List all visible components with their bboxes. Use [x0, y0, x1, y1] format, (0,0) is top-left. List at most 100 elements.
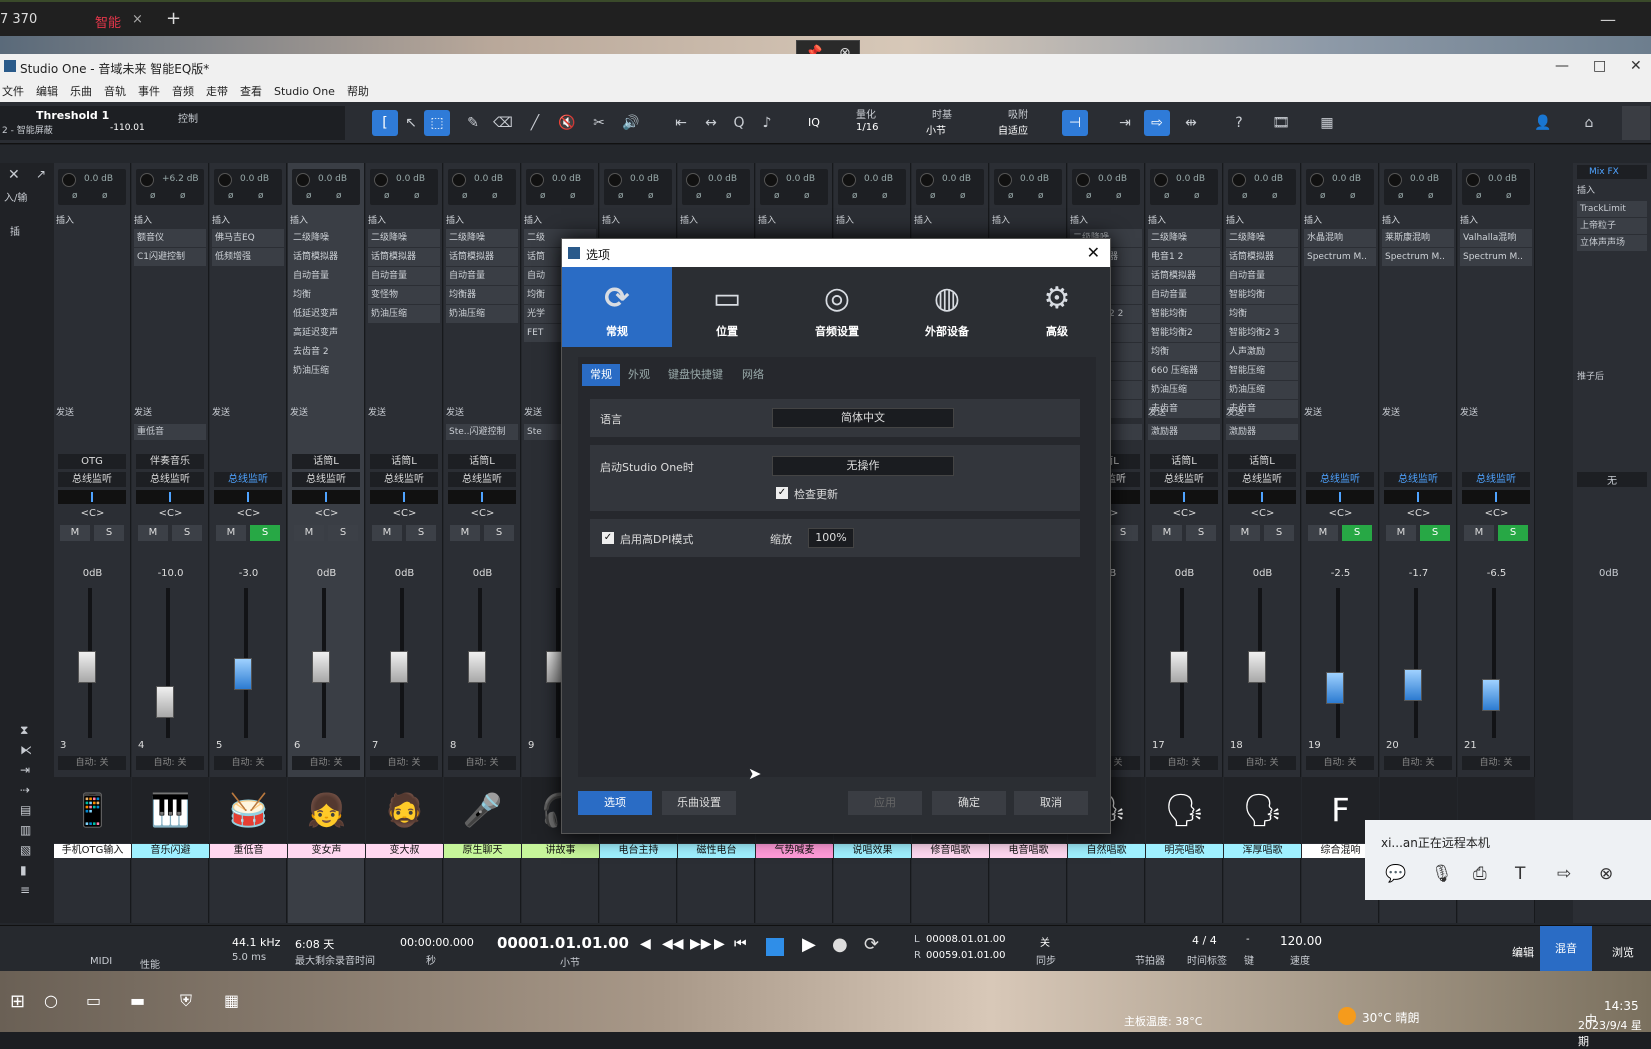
insert-toggle[interactable]: 插: [10, 223, 20, 238]
mix-fx-io[interactable]: 无: [1577, 472, 1647, 487]
camera-icon[interactable]: ⎙: [1473, 864, 1487, 884]
send-slot[interactable]: 激励器: [1226, 424, 1298, 440]
channel-gain[interactable]: 0.0 dB ø ø: [760, 169, 828, 205]
channel-icon[interactable]: 🧔: [366, 777, 443, 843]
phase-icon[interactable]: ø: [1116, 191, 1122, 201]
phase-icon[interactable]: ø: [1164, 191, 1170, 201]
send-header[interactable]: 发送: [368, 405, 440, 421]
tab-general[interactable]: 常规: [582, 364, 620, 386]
tab-network[interactable]: 网络: [742, 364, 764, 386]
iq-label[interactable]: IQ: [808, 116, 820, 129]
insert-slot[interactable]: 奶油压缩: [446, 305, 518, 323]
zoom-field[interactable]: 100%: [808, 528, 854, 548]
video-icon[interactable]: 🎞: [1268, 110, 1294, 136]
menu-audio[interactable]: 音频: [172, 83, 194, 99]
task-view-icon[interactable]: ▭: [86, 991, 101, 1010]
mute-button[interactable]: M: [294, 525, 324, 541]
channel-name[interactable]: 手机OTG输入: [54, 844, 131, 858]
phase-icon[interactable]: ø: [150, 191, 156, 201]
channel-icon[interactable]: 🎤: [444, 777, 521, 843]
category-advanced[interactable]: ⚙ 高级: [1002, 267, 1112, 347]
mute-button[interactable]: M: [60, 525, 90, 541]
metronome-label[interactable]: 节拍器: [1135, 952, 1165, 967]
insert-slot[interactable]: 二级降噪: [446, 229, 518, 247]
pan-slider[interactable]: [1462, 490, 1530, 504]
hidpi-checkbox[interactable]: ✓: [602, 532, 614, 544]
rewind-start-icon[interactable]: ◀: [640, 936, 651, 952]
cursor-follow-icon[interactable]: ⇥: [1112, 110, 1138, 136]
insert-header[interactable]: 插入: [1304, 213, 1376, 229]
category-external-devices[interactable]: ◍ 外部设备: [892, 267, 1002, 347]
groove-icon[interactable]: ♪: [754, 110, 780, 136]
input-icon[interactable]: ⇥: [20, 763, 30, 777]
insert-slot[interactable]: 电音1 2: [1148, 248, 1220, 266]
insert-slot[interactable]: 自动音量: [1148, 286, 1220, 304]
insert-slot[interactable]: 莱斯康混响: [1382, 229, 1454, 247]
stretch-icon[interactable]: ↔: [698, 110, 724, 136]
close-icon[interactable]: ⊗: [1599, 864, 1613, 884]
insert-header[interactable]: 插入: [1148, 213, 1220, 229]
listen-tool-icon[interactable]: 🔊: [618, 110, 644, 136]
loop-button[interactable]: ⟳: [864, 934, 879, 955]
mute-button[interactable]: M: [1464, 525, 1494, 541]
phase-icon[interactable]: ø: [1242, 191, 1248, 201]
insert-header[interactable]: 插入: [1226, 213, 1298, 229]
output-select[interactable]: 总线监听: [1150, 472, 1218, 487]
phase-icon[interactable]: ø: [336, 191, 342, 201]
output-select[interactable]: 总线监听: [58, 472, 126, 487]
play-button[interactable]: ▶: [802, 934, 816, 955]
split-tool-icon[interactable]: ✂: [586, 110, 612, 136]
gain-knob-icon[interactable]: [1388, 173, 1402, 187]
phase-icon[interactable]: ø: [414, 191, 420, 201]
channel-gain[interactable]: 0.0 dB ø ø: [448, 169, 516, 205]
mute-button[interactable]: M: [1230, 525, 1260, 541]
chat-icon[interactable]: 💬: [1385, 864, 1406, 884]
split-view-icon[interactable]: ⇹: [1178, 110, 1204, 136]
insert-slot[interactable]: 均衡器: [446, 286, 518, 304]
menu-help[interactable]: 帮助: [347, 83, 369, 99]
channel-name[interactable]: 重低音: [210, 844, 287, 858]
automation-mode[interactable]: 自动: 关: [58, 756, 126, 770]
channel-gain[interactable]: 0.0 dB ø ø: [370, 169, 438, 205]
channel-icon[interactable]: 📱: [54, 777, 131, 843]
channel-strip[interactable]: 0.0 dB ø ø 插入 二级降噪 话筒模拟器 自动音量 均衡 低延迟变声 高延迟变声 去齿音 2…: [288, 163, 365, 923]
fader-handle[interactable]: [312, 651, 330, 683]
insert-slot[interactable]: 自动音量: [368, 267, 440, 285]
minimize-browser-button[interactable]: —: [1600, 10, 1616, 29]
narrow-icon[interactable]: ⧔: [20, 743, 32, 757]
channel-name[interactable]: 变大叔: [366, 844, 443, 858]
gain-knob-icon[interactable]: [764, 173, 778, 187]
automation-mode[interactable]: 自动: 关: [1150, 756, 1218, 770]
ok-button[interactable]: 确定: [932, 791, 1006, 815]
input-select[interactable]: OTG: [58, 454, 126, 469]
phase-icon[interactable]: ø: [774, 191, 780, 201]
tab-appearance[interactable]: 外观: [628, 364, 650, 386]
midi-label[interactable]: MIDI: [90, 956, 112, 967]
goto-end-icon[interactable]: ⏮: [734, 936, 747, 952]
mix-fx-insert[interactable]: 插入: [1577, 183, 1595, 196]
insert-header[interactable]: 插入: [56, 213, 128, 229]
output-select[interactable]: 总线监听: [1384, 472, 1452, 487]
options-button[interactable]: 选项: [578, 791, 652, 815]
pan-slider[interactable]: [58, 490, 126, 504]
loop-end[interactable]: 00059.01.01.00: [926, 950, 1006, 961]
phase-icon[interactable]: ø: [492, 191, 498, 201]
category-audio-setup[interactable]: ◎ 音频设置: [782, 267, 892, 347]
tempo-value[interactable]: 120.00: [1280, 934, 1322, 948]
gain-knob-icon[interactable]: [1076, 173, 1090, 187]
phase-icon[interactable]: ø: [960, 191, 966, 201]
insert-slot[interactable]: Valhalla混响: [1460, 229, 1532, 247]
gain-knob-icon[interactable]: [452, 173, 466, 187]
home-icon[interactable]: ⌂: [1576, 110, 1602, 136]
automation-mode[interactable]: 自动: 关: [1228, 756, 1296, 770]
insert-slot[interactable]: 话筒模拟器: [290, 248, 362, 266]
send-header[interactable]: 发送: [1304, 405, 1376, 421]
pan-slider[interactable]: [1150, 490, 1218, 504]
minimize-button[interactable]: —: [1555, 58, 1569, 74]
select-tool-icon[interactable]: ⬚: [424, 110, 450, 136]
microphone-icon[interactable]: 🎙: [1431, 864, 1453, 884]
insert-header[interactable]: 插入: [212, 213, 284, 229]
gain-knob-icon[interactable]: [1466, 173, 1480, 187]
mix-fx-item-2[interactable]: 上帝粒子: [1577, 218, 1647, 234]
pan-slider[interactable]: [214, 490, 282, 504]
